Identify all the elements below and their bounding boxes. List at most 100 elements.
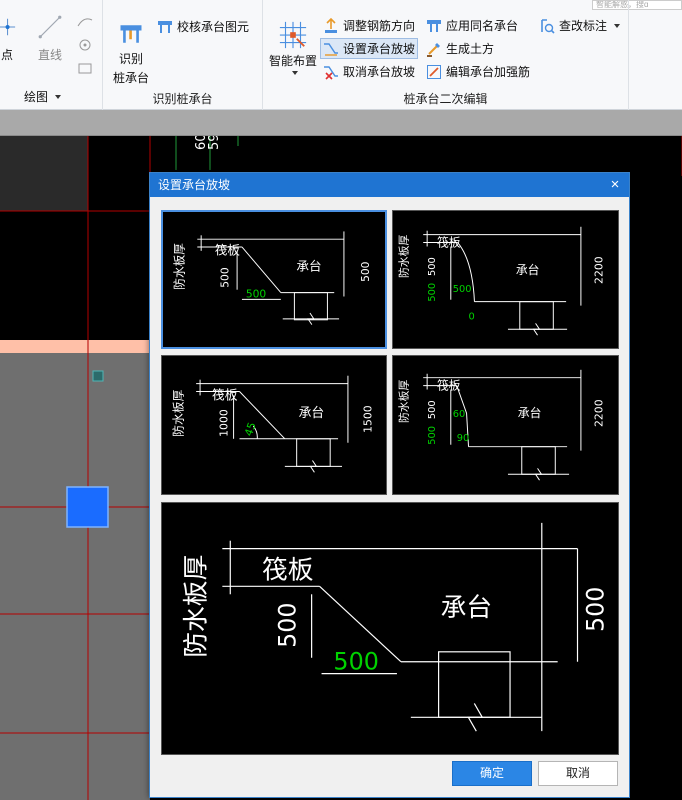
preview-depth: 500 xyxy=(274,602,302,647)
identify-group-label: 识别桩承台 xyxy=(152,92,213,106)
diagram-raft-label: 筏板 xyxy=(215,243,241,258)
diagram-raft-label-2: 筏板 xyxy=(437,235,461,249)
point-icon xyxy=(0,18,16,36)
gen-earth-button[interactable]: 生成土方 xyxy=(426,40,494,57)
dialog-title: 设置承台放坡 xyxy=(158,178,231,192)
cancel-slope-label: 取消承台放坡 xyxy=(343,65,416,79)
draw-group-label: 绘图 xyxy=(24,90,49,104)
panel1-width: 500 xyxy=(246,287,267,300)
check-cap-label: 校核承台图元 xyxy=(177,20,250,34)
point-button[interactable]: 点 xyxy=(0,14,22,63)
column-marker[interactable] xyxy=(92,370,104,382)
set-slope-button[interactable]: 设置承台放坡 xyxy=(320,38,419,59)
identify-cap-button[interactable]: 识别 桩承台 xyxy=(113,20,149,86)
preview-cap-label: 承台 xyxy=(441,593,493,623)
ribbon-group-draw: 点 直线 绘图 xyxy=(0,0,103,110)
slope-preview-diagram: 防水板厚 筏板 承台 500 500 500 xyxy=(181,522,609,732)
panel4-depth: 500 xyxy=(427,400,438,419)
diagram-waterproof-label-2: 防水板厚 xyxy=(396,235,410,278)
diagram-cap-label-3: 承台 xyxy=(299,406,325,421)
preview-width: 500 xyxy=(333,648,378,676)
line-icon xyxy=(38,15,62,39)
set-slope-dialog: 设置承台放坡 × 防水板厚 筏板 承台 500 500 500 防水板厚 筏板 … xyxy=(149,172,630,798)
check-cap-button[interactable]: 校核承台图元 xyxy=(157,18,249,35)
ribbon-group-identify: 识别 桩承台 校核承台图元 识别桩承台 xyxy=(103,0,263,110)
ok-button[interactable]: 确定 xyxy=(452,761,532,786)
apply-same-label: 应用同名承台 xyxy=(446,19,519,33)
modify-mark-label: 查改标注 xyxy=(559,19,608,33)
point-label: 点 xyxy=(0,48,13,62)
diagram-raft-label-3: 筏板 xyxy=(212,387,238,403)
edit-reinforce-button[interactable]: 编辑承台加强筋 xyxy=(426,63,530,80)
check-cap-icon xyxy=(158,20,172,33)
panel4-angle-bottom: 90 xyxy=(457,433,470,444)
slope-diagram-3: 防水板厚 筏板 承台 1000 45 1500 xyxy=(171,375,375,473)
slope-option-2[interactable]: 防水板厚 筏板 承台 500 500 500 0 2200 xyxy=(392,210,619,349)
pile-cap-icon xyxy=(120,25,142,43)
draw-group-menu[interactable]: 绘图 xyxy=(24,88,62,105)
cancel-button[interactable]: 取消 xyxy=(538,761,618,786)
apply-same-icon xyxy=(427,19,441,32)
panel4-angle-top: 60 xyxy=(453,409,466,420)
chevron-down-icon xyxy=(291,71,298,75)
adjust-rebar-icon xyxy=(325,17,337,33)
close-icon[interactable]: × xyxy=(607,173,623,197)
gen-earth-label: 生成土方 xyxy=(446,42,495,56)
panel1-depth: 500 xyxy=(218,267,231,288)
identify-label-2: 桩承台 xyxy=(113,71,150,85)
line-label: 直线 xyxy=(37,48,62,62)
panel2-depth-green: 500 xyxy=(427,283,438,302)
preview-waterproof-label: 防水板厚 xyxy=(181,555,211,658)
modify-mark-button[interactable]: 查改标注 xyxy=(539,17,621,34)
ribbon-group-edit: 智能布置 调整钢筋方向 设置承台放坡 取消承台放坡 应用同名承台 生成土方 编辑… xyxy=(263,0,629,110)
slope-preview: 防水板厚 筏板 承台 500 500 500 xyxy=(161,502,619,755)
edit-group-label: 桩承台二次编辑 xyxy=(403,92,488,106)
panel2-zero: 0 xyxy=(469,311,475,322)
diagram-cap-label: 承台 xyxy=(296,258,321,273)
diagram-cap-label-2: 承台 xyxy=(516,263,540,277)
smart-layout-label: 智能布置 xyxy=(269,54,318,68)
apply-same-button[interactable]: 应用同名承台 xyxy=(426,17,518,34)
preview-cap-height: 500 xyxy=(581,587,609,632)
panel3-cap-height: 1500 xyxy=(362,405,375,433)
diagram-raft-label-4: 筏板 xyxy=(437,379,461,393)
drawing-tab-strip xyxy=(0,110,682,136)
dim-text-2: 59 xyxy=(207,136,222,150)
slope-diagram-1: 防水板厚 筏板 承台 500 500 500 xyxy=(173,231,372,325)
adjust-rebar-label: 调整钢筋方向 xyxy=(343,19,416,33)
canvas-salmon-band xyxy=(0,340,150,353)
slope-option-1[interactable]: 防水板厚 筏板 承台 500 500 500 xyxy=(161,210,387,349)
panel2-width: 500 xyxy=(453,284,472,295)
smart-layout-button[interactable]: 智能布置 xyxy=(269,20,317,75)
edit-reinforce-icon xyxy=(427,64,441,79)
slope-diagram-4: 防水板厚 筏板 承台 500 500 60 90 2200 xyxy=(396,369,606,481)
set-slope-label: 设置承台放坡 xyxy=(343,42,416,56)
ribbon: 智能解惑，搜ɑ 点 直线 绘图 识别 桩承台 校核承台图元 识别桩承台 智能布置… xyxy=(0,0,682,110)
slope-diagram-2: 防水板厚 筏板 承台 500 500 500 0 2200 xyxy=(396,226,606,336)
cancel-slope-icon xyxy=(324,65,338,80)
set-slope-icon xyxy=(324,42,338,56)
shovel-icon xyxy=(427,42,440,57)
panel3-depth: 1000 xyxy=(218,409,231,437)
diagram-waterproof-label: 防水板厚 xyxy=(173,243,187,290)
preview-raft-label: 筏板 xyxy=(262,555,314,585)
diagram-waterproof-label-4: 防水板厚 xyxy=(396,380,410,423)
slope-option-3[interactable]: 防水板厚 筏板 承台 1000 45 1500 xyxy=(161,355,387,495)
panel2-cap-height: 2200 xyxy=(593,256,606,284)
canvas-grey-block xyxy=(0,136,88,211)
smart-layout-icon xyxy=(279,21,307,49)
panel2-depth: 500 xyxy=(427,257,438,276)
draw-tools-icon[interactable] xyxy=(76,14,94,76)
panel1-cap-height: 500 xyxy=(359,261,372,282)
panel4-depth-green: 500 xyxy=(427,426,438,445)
selected-column-marker[interactable] xyxy=(66,486,109,528)
panel3-angle: 45 xyxy=(242,420,259,437)
identify-label-1: 识别 xyxy=(119,52,144,66)
slope-option-4[interactable]: 防水板厚 筏板 承台 500 500 60 90 2200 xyxy=(392,355,619,495)
adjust-rebar-button[interactable]: 调整钢筋方向 xyxy=(323,17,415,34)
diagram-waterproof-label-3: 防水板厚 xyxy=(171,389,185,436)
dialog-title-bar: 设置承台放坡 × xyxy=(150,173,629,197)
line-button[interactable]: 直线 xyxy=(36,14,64,63)
modify-mark-icon xyxy=(541,18,555,34)
cancel-slope-button[interactable]: 取消承台放坡 xyxy=(323,63,415,80)
